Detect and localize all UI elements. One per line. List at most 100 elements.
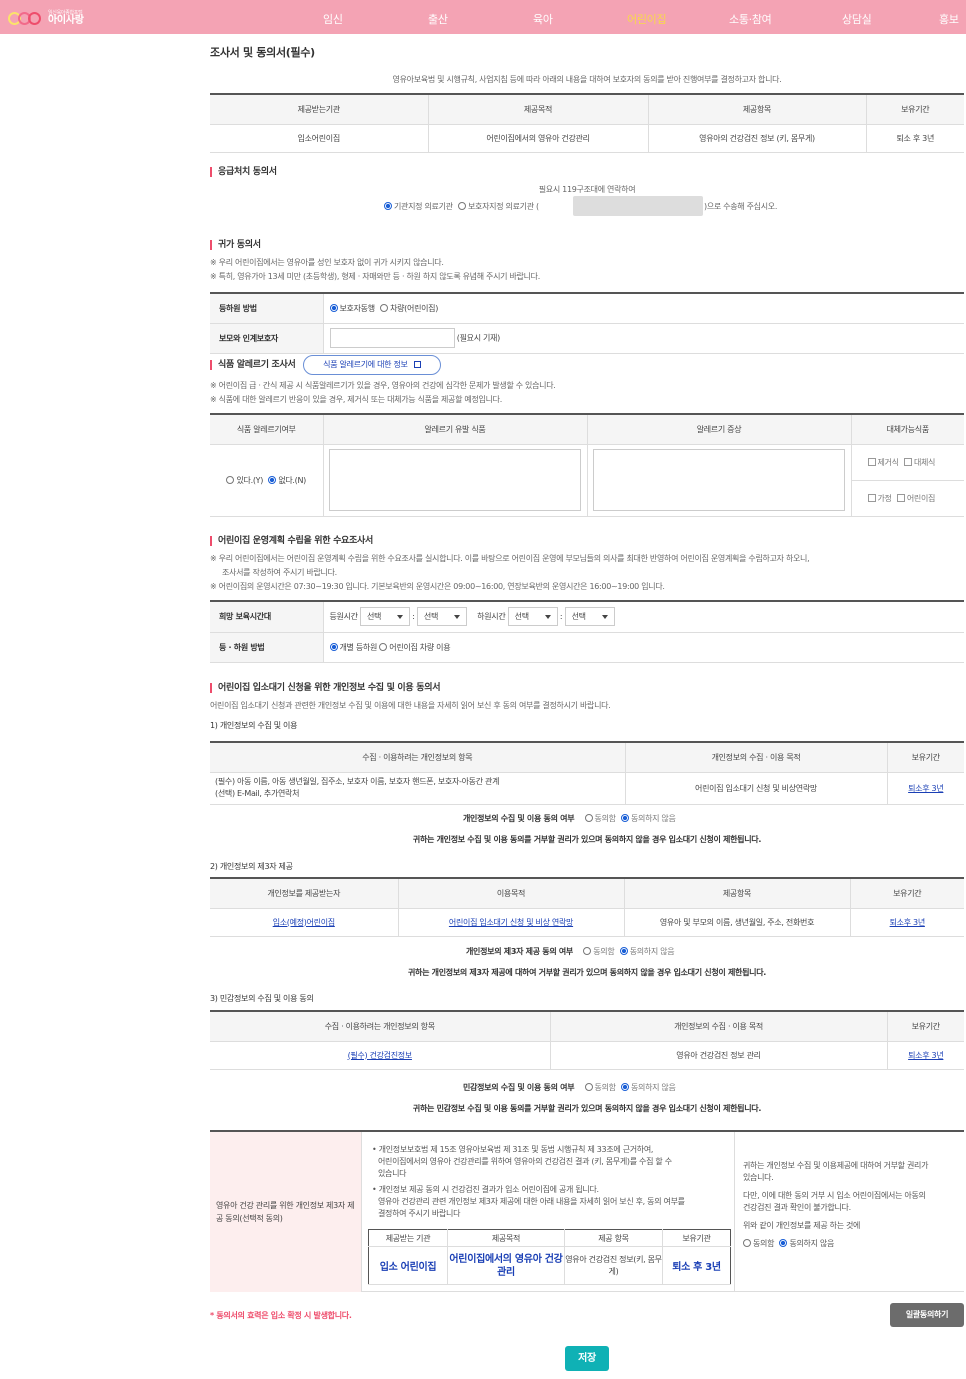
table-cell: 퇴소 후 3년: [662, 1246, 731, 1285]
radio-consent1-disagree[interactable]: [620, 814, 629, 822]
radio-label: 차량(어린이집): [390, 303, 439, 313]
allergy-food-textarea[interactable]: [328, 449, 581, 511]
privacy-item-optional: (선택) E-Mail, 추가연락처: [215, 789, 300, 798]
retention-link[interactable]: 퇴소후 3년: [887, 772, 964, 805]
colon: :: [412, 612, 415, 622]
checkbox-home[interactable]: [867, 493, 876, 502]
out-time-label: 하원시간: [477, 612, 506, 622]
radio-health-disagree[interactable]: [779, 1239, 788, 1247]
table-header: 이용목적: [398, 878, 625, 909]
checkbox-removal[interactable]: [867, 457, 876, 466]
allergy-symptom-textarea[interactable]: [592, 449, 845, 511]
table-header: 식품 알레르기여부: [210, 414, 324, 445]
table-header: 제공받는기관: [210, 94, 429, 125]
home-section-title: 귀가 동의서: [210, 240, 261, 250]
hospital-name-input[interactable]: [573, 196, 703, 216]
guardian-cell: (필요시 기재): [323, 323, 964, 354]
radio-guardian-hospital[interactable]: [457, 202, 466, 210]
guardian-name-input[interactable]: [329, 328, 455, 348]
retention-link[interactable]: 퇴소후 3년: [887, 1041, 964, 1070]
checkbox-label: 제거식: [877, 457, 899, 467]
radio-consent2-agree[interactable]: [583, 947, 592, 955]
bulk-agree-button[interactable]: 일괄동의하기: [890, 1303, 964, 1327]
nav-parenting[interactable]: 육아: [533, 11, 553, 27]
radio-allergy-no[interactable]: [268, 475, 277, 484]
health-right-line: 있습니다.: [743, 1173, 774, 1182]
nav-daycare[interactable]: 어린이집: [627, 11, 667, 27]
care-time-cell: 등원시간 선택 : 선택 하원시간 선택 : 선택: [323, 601, 964, 633]
sensitive-item-link[interactable]: (필수) 건강검진정보: [210, 1041, 551, 1070]
save-button[interactable]: 저장: [565, 1346, 609, 1371]
survey-table: 희망 보육시간대 등원시간 선택 : 선택 하원시간 선택 : 선택 등 · 하…: [210, 600, 964, 663]
out-minute-select[interactable]: 선택: [564, 607, 615, 627]
health-bullet: 영유아 건강관리 관련 개인정보 제3자 제공에 대한 아래 내용을 자세히 읽…: [378, 1197, 685, 1206]
colon: :: [559, 612, 563, 622]
radio-label: 동의함: [594, 814, 616, 823]
survey-note-1b: 조사서를 작성하여 주시기 바랍니다.: [222, 568, 337, 577]
radio-label: 동의함: [594, 1083, 616, 1092]
intro-text: 영유아보육법 및 시행규칙, 사업지침 등에 따라 아래의 내용을 대하여 보호…: [392, 75, 782, 84]
site-logo[interactable]: 임신육아종합포털 아이사랑: [8, 8, 84, 28]
consent-summary-table: 제공받는기관 제공목적 제공항목 보유기간 입소어린이집 어린이집에서의 영유아…: [210, 93, 964, 153]
in-hour-select[interactable]: 선택: [360, 607, 410, 627]
out-hour-select[interactable]: 선택: [507, 607, 558, 627]
purpose-link[interactable]: 어린이집 입소대기 신청 및 비상 연락망: [398, 908, 625, 937]
consent-1-row: 개인정보의 수집 및 이용 동의 여부 동의함 동의하지 않음: [463, 813, 676, 824]
table-header: 보유기간: [850, 878, 964, 909]
health-inner-table: 제공받는 기관 제공목적 제공 항목 보유기관 입소 어린이집 어린이집에서의 …: [368, 1229, 731, 1285]
radio-health-agree[interactable]: [743, 1239, 751, 1247]
radio-label: 동의함: [593, 947, 615, 956]
consent-label: 개인정보의 제3자 제공 동의 여부: [466, 947, 573, 956]
radio-label: 어린이집 차량 이용: [389, 642, 451, 652]
emergency-suffix: )으로 수송해 주십시오.: [704, 202, 778, 211]
radio-consent3-disagree[interactable]: [620, 1083, 629, 1091]
nav-pregnancy[interactable]: 임신: [323, 11, 343, 27]
allergy-yn-cell: 있다.(Y) 없다.(N): [210, 444, 324, 517]
checkbox-daycare[interactable]: [896, 493, 905, 502]
in-minute-select[interactable]: 선택: [416, 607, 467, 627]
consent-label: 개인정보의 수집 및 이용 동의 여부: [463, 814, 575, 823]
radio-individual[interactable]: [329, 642, 338, 651]
external-link-icon: [413, 361, 421, 368]
health-right-line: 건강검진 결과 확인이 불가합니다.: [743, 1203, 851, 1212]
table-header: 제공받는 기관: [368, 1229, 448, 1247]
radio-label: 보호자지정 의료기관 (: [467, 202, 539, 211]
radio-allergy-yes[interactable]: [226, 475, 235, 484]
table-cell: 영유아 및 부모의 이름, 생년월일, 주소, 전화번호: [624, 908, 851, 937]
logo-subtitle: 임신육아종합포털: [48, 9, 83, 16]
substitute-row2: 가정 어린이집: [851, 480, 964, 517]
radio-consent3-agree[interactable]: [584, 1083, 593, 1091]
health-consent-radios: 동의함 동의하지 않음: [743, 1238, 958, 1250]
health-bullet: • 개인정보보호법 제 15조 영유아보육법 제 31조 및 동법 시행규칙 제…: [372, 1145, 654, 1154]
row-label: 등하원 방법: [210, 293, 324, 324]
radio-label: 보호자동행: [339, 303, 376, 313]
row-label: 보모와 인계보호자: [210, 323, 324, 354]
table-cell: 어린이집 입소대기 신청 및 비상연락망: [625, 772, 888, 805]
retention-link[interactable]: 퇴소후 3년: [850, 908, 964, 937]
table-header: 제공목적: [428, 94, 649, 125]
radio-designated-hospital[interactable]: [384, 202, 392, 210]
radio-daycare-bus[interactable]: [379, 642, 388, 651]
privacy-sub3: 3) 민감정보의 수집 및 이용 동의: [210, 994, 314, 1003]
allergy-info-label: 식품 알레르기에 대한 정보: [323, 360, 408, 369]
checkbox-substitute[interactable]: [903, 457, 912, 466]
table-header: 수집 · 이용하려는 개인정보의 항목: [210, 742, 626, 773]
radio-bus[interactable]: [380, 303, 389, 312]
nav-birth[interactable]: 출산: [428, 11, 448, 27]
allergy-section-title: 식품 알레르기 조사서: [210, 360, 296, 370]
allergy-info-button[interactable]: 식품 알레르기에 대한 정보: [303, 355, 441, 375]
table-cell: 입소 어린이집: [368, 1246, 448, 1285]
privacy-table-3: 수집 · 이용하려는 개인정보의 항목 개인정보의 수집 · 이용 목적 보유기…: [210, 1010, 964, 1070]
radio-consent1-agree[interactable]: [584, 814, 593, 822]
health-consent-label: 영유아 건강 관리를 위한 개인정보 제3자 제공 동의(선택적 동의): [210, 1132, 362, 1292]
privacy-items-cell: (필수) 아동 이름, 아동 생년월일, 집주소, 보호자 이름, 보호자 핸드…: [210, 772, 626, 805]
radio-consent2-disagree[interactable]: [619, 947, 628, 955]
commute-method-cell: 개별 등하원 어린이집 차량 이용: [323, 632, 964, 663]
nav-promotion[interactable]: 홍보: [939, 11, 959, 27]
recipient-link[interactable]: 입소(예정)어린이집: [210, 908, 399, 937]
radio-label: 있다.(Y): [236, 475, 264, 485]
nav-community[interactable]: 소통·참여: [729, 11, 772, 27]
radio-guardian-escort[interactable]: [329, 303, 338, 312]
survey-note-1: ※ 우리 어린이집에서는 어린이집 운영계획 수립을 위한 수요조사를 실시합니…: [210, 554, 810, 563]
nav-counseling[interactable]: 상담실: [842, 11, 872, 27]
